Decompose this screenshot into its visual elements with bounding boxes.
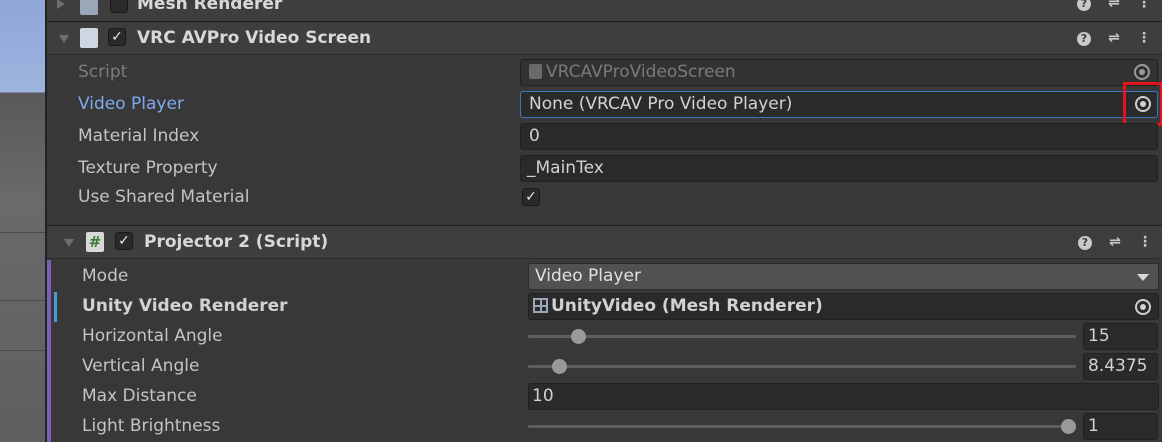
- presets-icon[interactable]: ⇌: [1107, 234, 1123, 250]
- light-brightness-slider-track[interactable]: [528, 425, 1076, 428]
- vrc-screen-enabled-checkbox[interactable]: ✓: [108, 28, 126, 46]
- horizontal-angle-label: Horizontal Angle: [82, 326, 223, 346]
- scene-view-strip: [0, 0, 45, 442]
- help-icon[interactable]: ?: [1078, 236, 1092, 250]
- vertical-angle-label: Vertical Angle: [82, 356, 200, 376]
- object-picker-icon[interactable]: [1135, 96, 1151, 112]
- texture-property-label: Texture Property: [78, 158, 218, 178]
- vertical-angle-input[interactable]: 8.4375: [1083, 353, 1158, 380]
- help-icon[interactable]: ?: [1077, 32, 1091, 46]
- presets-icon[interactable]: ⇌: [1106, 0, 1122, 11]
- mesh-renderer-icon: [80, 0, 98, 15]
- max-distance-field[interactable]: 10: [528, 383, 1159, 410]
- component-title: Projector 2 (Script): [144, 232, 329, 252]
- foldout-arrow-icon[interactable]: [59, 35, 69, 43]
- script-component-icon: [80, 28, 98, 48]
- scene-line: [0, 350, 45, 351]
- presets-icon[interactable]: ⇌: [1106, 30, 1122, 46]
- object-picker-icon[interactable]: [1135, 299, 1151, 315]
- scene-line: [0, 232, 45, 233]
- mesh-renderer-enabled-checkbox[interactable]: [110, 0, 128, 13]
- unity-video-renderer-label: Unity Video Renderer: [82, 296, 288, 316]
- scene-line: [0, 300, 45, 301]
- foldout-arrow-icon[interactable]: [64, 239, 74, 247]
- mode-label: Mode: [82, 266, 129, 286]
- context-menu-icon[interactable]: ⋮: [1136, 30, 1152, 46]
- script-asset-icon: [529, 64, 542, 79]
- use-shared-material-checkbox[interactable]: ✓: [522, 188, 540, 206]
- horizontal-angle-slider-thumb[interactable]: [571, 329, 586, 344]
- hash-script-icon: #: [86, 232, 104, 252]
- material-index-field[interactable]: 0: [520, 123, 1158, 150]
- foldout-arrow-icon[interactable]: [57, 0, 65, 9]
- texture-property-field[interactable]: _MainTex: [520, 155, 1158, 182]
- vertical-angle-slider-thumb[interactable]: [552, 359, 567, 374]
- vrc-avpro-screen-header[interactable]: ✓ VRC AVPro Video Screen ? ⇌ ⋮: [47, 21, 1162, 55]
- context-menu-icon[interactable]: ⋮: [1136, 0, 1152, 11]
- light-brightness-input[interactable]: 1: [1083, 413, 1158, 440]
- max-distance-label: Max Distance: [82, 386, 197, 406]
- projector-enabled-checkbox[interactable]: ✓: [115, 232, 133, 250]
- video-player-label: Video Player: [78, 94, 184, 114]
- component-title: VRC AVPro Video Screen: [137, 28, 372, 48]
- component-title: Mesh Renderer: [137, 0, 283, 14]
- video-player-field[interactable]: None (VRCAV Pro Video Player): [520, 91, 1158, 118]
- use-shared-material-label: Use Shared Material: [78, 187, 250, 207]
- component-side-bar: [47, 260, 51, 442]
- script-field[interactable]: VRCAVProVideoScreen: [520, 59, 1158, 86]
- mode-dropdown[interactable]: Video Player: [528, 263, 1159, 290]
- light-brightness-label: Light Brightness: [82, 416, 221, 436]
- mesh-renderer-header[interactable]: Mesh Renderer ? ⇌ ⋮: [47, 0, 1162, 22]
- help-icon[interactable]: ?: [1077, 0, 1091, 11]
- horizontal-angle-slider-track[interactable]: [528, 335, 1076, 338]
- unity-video-renderer-field[interactable]: UnityVideo (Mesh Renderer): [528, 293, 1159, 320]
- dropdown-arrow-icon[interactable]: [1137, 274, 1149, 281]
- mesh-renderer-icon: [533, 298, 548, 313]
- object-picker-icon[interactable]: [1134, 64, 1150, 80]
- inspector-panel: Mesh Renderer ? ⇌ ⋮ ✓ VRC AVPro Video Sc…: [45, 0, 1162, 442]
- material-index-label: Material Index: [78, 126, 200, 146]
- script-label: Script: [78, 62, 128, 82]
- context-menu-icon[interactable]: ⋮: [1137, 234, 1153, 250]
- light-brightness-slider-thumb[interactable]: [1061, 419, 1076, 434]
- horizontal-angle-input[interactable]: 15: [1083, 323, 1158, 350]
- projector-header[interactable]: # ✓ Projector 2 (Script) ? ⇌ ⋮: [47, 225, 1162, 259]
- override-indicator: [54, 292, 57, 322]
- vertical-angle-slider-track[interactable]: [528, 365, 1076, 368]
